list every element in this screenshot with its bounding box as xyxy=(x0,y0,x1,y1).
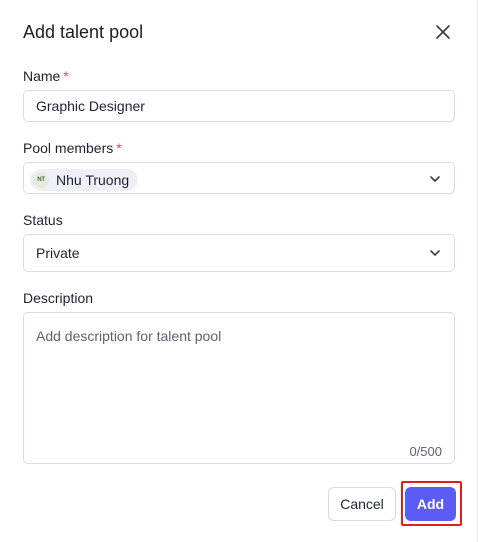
description-placeholder: Add description for talent pool xyxy=(36,328,222,344)
add-talent-pool-dialog: Add talent pool Name * Graphic Designer P… xyxy=(0,0,478,542)
name-input[interactable]: Graphic Designer xyxy=(23,90,455,122)
chevron-down-icon[interactable] xyxy=(428,246,442,260)
required-mark: * xyxy=(116,140,122,156)
close-icon xyxy=(436,25,450,39)
status-label-text: Status xyxy=(23,212,63,228)
chevron-down-icon[interactable] xyxy=(428,172,442,186)
description-textarea[interactable]: Add description for talent pool 0/500 xyxy=(23,312,455,464)
status-label: Status xyxy=(23,212,63,228)
dialog-title: Add talent pool xyxy=(23,22,144,42)
pool-members-label-text: Pool members xyxy=(23,140,114,156)
avatar: NT xyxy=(33,172,49,188)
name-label: Name * xyxy=(23,68,69,84)
character-counter: 0/500 xyxy=(409,444,442,459)
required-mark: * xyxy=(63,68,69,84)
status-select[interactable]: Private xyxy=(23,234,455,272)
dialog-header: Add talent pool xyxy=(23,18,457,46)
member-name: Nhu Truong xyxy=(56,172,130,188)
add-button[interactable]: Add xyxy=(405,487,456,521)
description-label: Description xyxy=(23,290,93,306)
pool-members-select[interactable]: NT Nhu Truong xyxy=(23,162,455,194)
description-label-text: Description xyxy=(23,290,94,306)
pool-members-label: Pool members * xyxy=(23,140,122,156)
cancel-button[interactable]: Cancel xyxy=(328,487,396,521)
status-selected-value: Private xyxy=(36,245,80,261)
member-chip[interactable]: NT Nhu Truong xyxy=(30,169,139,191)
name-label-text: Name xyxy=(23,68,61,84)
name-input-value: Graphic Designer xyxy=(36,98,145,114)
close-button[interactable] xyxy=(433,22,453,42)
